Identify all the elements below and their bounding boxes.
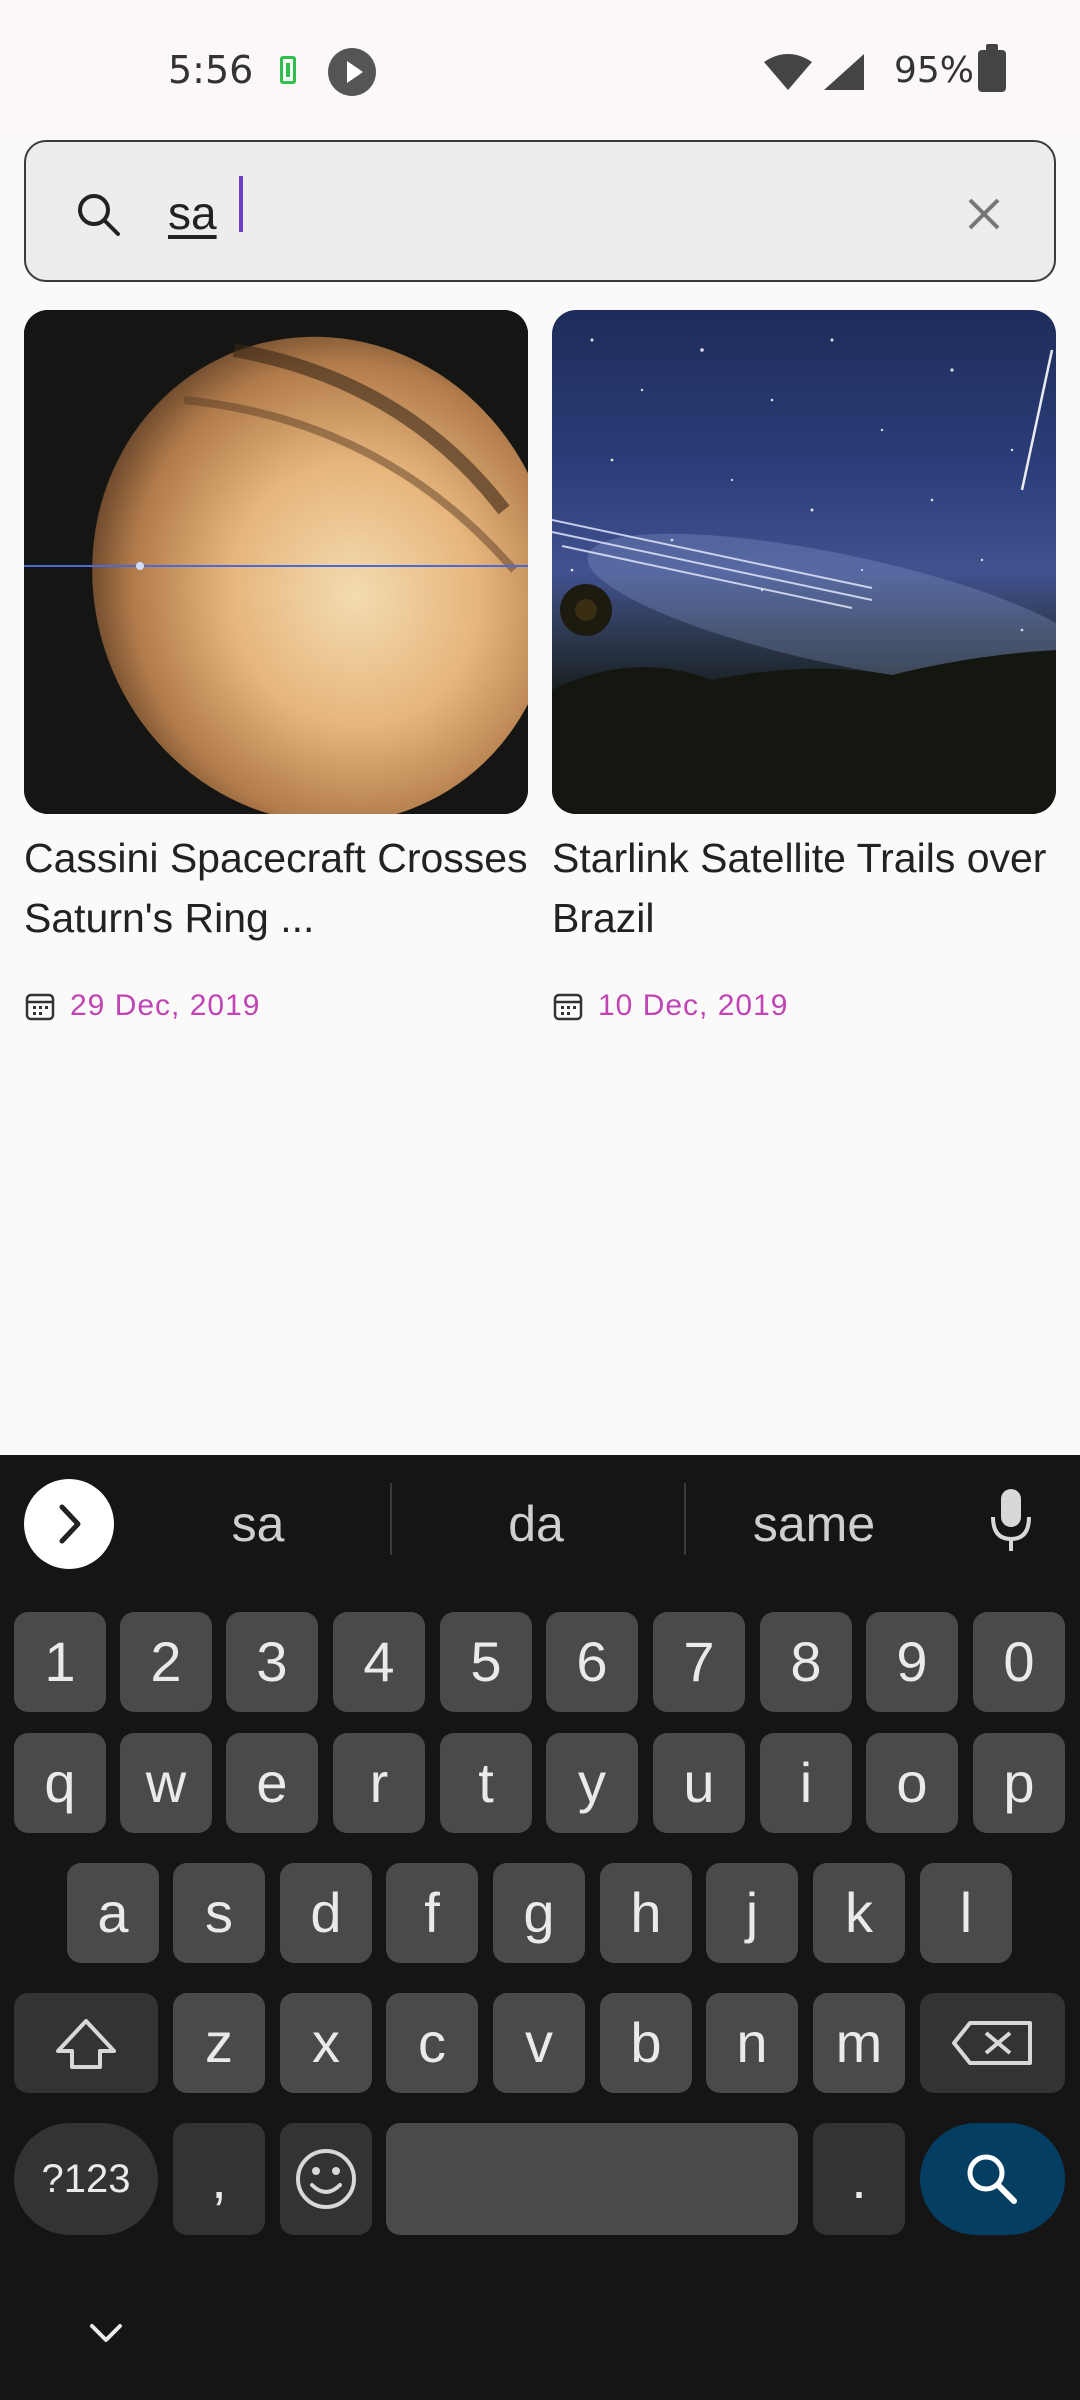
- calendar-icon: [553, 993, 583, 1021]
- key-n[interactable]: n: [706, 1993, 798, 2093]
- key-r[interactable]: r: [333, 1733, 425, 1833]
- key-f[interactable]: f: [386, 1863, 478, 1963]
- key-a[interactable]: a: [67, 1863, 159, 1963]
- battery-icon: [978, 44, 1006, 92]
- key-l[interactable]: l: [920, 1863, 1012, 1963]
- period-key[interactable]: .: [813, 2123, 905, 2235]
- key-8[interactable]: 8: [760, 1612, 852, 1712]
- signal-icon: [824, 54, 864, 90]
- expand-suggestions-button[interactable]: [24, 1479, 114, 1569]
- backspace-key[interactable]: [920, 1993, 1065, 2093]
- key-s[interactable]: s: [173, 1863, 265, 1963]
- search-bar[interactable]: sa: [24, 140, 1056, 282]
- result-date-row: 10 Dec, 2019: [552, 986, 1056, 1026]
- search-query: sa: [168, 187, 217, 239]
- wifi-icon: [764, 54, 812, 90]
- suggestion-divider: [684, 1483, 686, 1555]
- key-o[interactable]: o: [866, 1733, 958, 1833]
- backspace-icon: [952, 2021, 1032, 2065]
- key-v[interactable]: v: [493, 1993, 585, 2093]
- on-screen-keyboard: sa da same 1 2 3 4 5 6 7 8 9 0 q w e r t…: [0, 1455, 1080, 2400]
- key-q[interactable]: q: [14, 1733, 106, 1833]
- suggestion-3[interactable]: same: [694, 1495, 934, 1553]
- comma-key[interactable]: ,: [173, 2123, 265, 2235]
- result-card[interactable]: Cassini Spacecraft Crosses Saturn's Ring…: [24, 310, 528, 1026]
- key-7[interactable]: 7: [653, 1612, 745, 1712]
- key-0[interactable]: 0: [973, 1612, 1065, 1712]
- key-g[interactable]: g: [493, 1863, 585, 1963]
- battery-charging-icon: [280, 56, 296, 84]
- key-4[interactable]: 4: [333, 1612, 425, 1712]
- search-icon: [967, 2154, 1017, 2204]
- saturn-photo[interactable]: [24, 310, 528, 814]
- key-d[interactable]: d: [280, 1863, 372, 1963]
- suggestion-1[interactable]: sa: [138, 1495, 378, 1553]
- key-6[interactable]: 6: [546, 1612, 638, 1712]
- result-card[interactable]: Starlink Satellite Trails over Brazil 10…: [552, 310, 1056, 1026]
- key-e[interactable]: e: [226, 1733, 318, 1833]
- key-2[interactable]: 2: [120, 1612, 212, 1712]
- key-i[interactable]: i: [760, 1733, 852, 1833]
- chevron-down-icon[interactable]: [88, 2322, 124, 2346]
- result-date-row: 29 Dec, 2019: [24, 986, 528, 1026]
- starlink-photo[interactable]: [552, 310, 1056, 814]
- search-icon: [78, 194, 120, 236]
- shift-icon: [56, 2019, 116, 2069]
- status-time: 5:56: [168, 48, 254, 92]
- key-w[interactable]: w: [120, 1733, 212, 1833]
- result-title: Cassini Spacecraft Crosses Saturn's Ring…: [24, 835, 528, 941]
- key-x[interactable]: x: [280, 1993, 372, 2093]
- key-y[interactable]: y: [546, 1733, 638, 1833]
- symbols-key[interactable]: ?123: [14, 2123, 158, 2235]
- key-t[interactable]: t: [440, 1733, 532, 1833]
- result-date: 29 Dec, 2019: [70, 989, 261, 1022]
- space-key[interactable]: [386, 2123, 798, 2235]
- key-b[interactable]: b: [600, 1993, 692, 2093]
- status-bar: 5:56 95%: [0, 0, 1080, 140]
- chevron-right-icon: [59, 1504, 81, 1544]
- play-icon: [328, 48, 376, 96]
- key-m[interactable]: m: [813, 1993, 905, 2093]
- shift-key[interactable]: [14, 1993, 158, 2093]
- search-input[interactable]: sa: [168, 186, 217, 240]
- key-u[interactable]: u: [653, 1733, 745, 1833]
- key-j[interactable]: j: [706, 1863, 798, 1963]
- emoji-key[interactable]: [280, 2123, 372, 2235]
- key-p[interactable]: p: [973, 1733, 1065, 1833]
- key-5[interactable]: 5: [440, 1612, 532, 1712]
- key-3[interactable]: 3: [226, 1612, 318, 1712]
- suggestion-2[interactable]: da: [416, 1495, 656, 1553]
- key-9[interactable]: 9: [866, 1612, 958, 1712]
- suggestion-divider: [390, 1483, 392, 1555]
- close-icon[interactable]: [964, 194, 1004, 234]
- calendar-icon: [25, 993, 55, 1021]
- emoji-icon: [296, 2149, 356, 2209]
- key-k[interactable]: k: [813, 1863, 905, 1963]
- key-c[interactable]: c: [386, 1993, 478, 2093]
- result-title: Starlink Satellite Trails over Brazil: [552, 835, 1047, 941]
- result-date: 10 Dec, 2019: [598, 989, 789, 1022]
- text-caret: [239, 176, 243, 232]
- microphone-icon[interactable]: [986, 1485, 1036, 1555]
- key-h[interactable]: h: [600, 1863, 692, 1963]
- battery-percent: 95%: [894, 50, 975, 91]
- key-1[interactable]: 1: [14, 1612, 106, 1712]
- key-z[interactable]: z: [173, 1993, 265, 2093]
- search-submit-key[interactable]: [920, 2123, 1065, 2235]
